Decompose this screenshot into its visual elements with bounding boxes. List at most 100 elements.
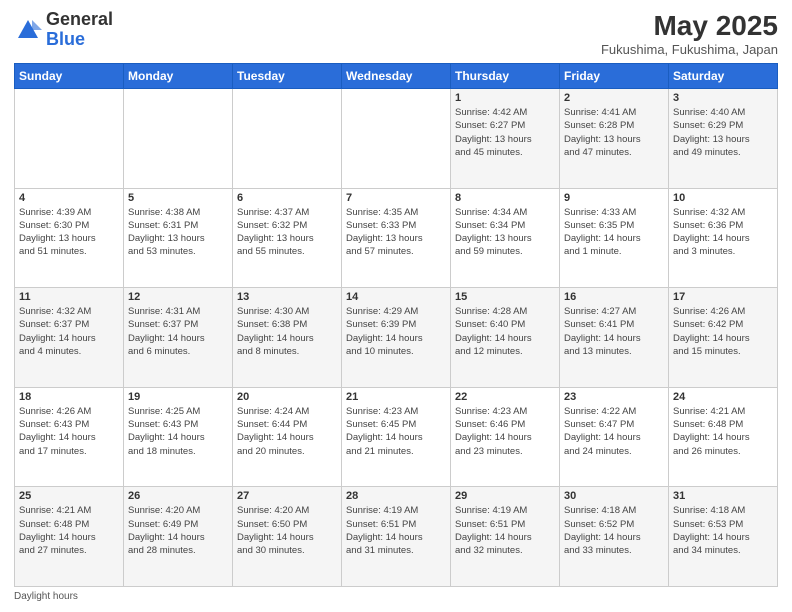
calendar-cell: 9Sunrise: 4:33 AM Sunset: 6:35 PM Daylig… <box>560 188 669 288</box>
calendar-cell: 7 Sunrise: 4:35 AM Sunset: 6:33 PM Daylig… <box>342 188 451 288</box>
calendar-cell <box>342 89 451 189</box>
calendar-cell <box>233 89 342 189</box>
day-info: Sunrise: 4:23 AM Sunset: 6:46 PM Dayligh… <box>455 405 555 458</box>
day-info: Sunrise: 4:27 AM Sunset: 6:41 PM Dayligh… <box>564 305 664 358</box>
header: General Blue May 2025 Fukushima, Fukushi… <box>14 10 778 57</box>
calendar-cell: 21 Sunrise: 4:23 AM Sunset: 6:45 PM Dayli… <box>342 387 451 487</box>
day-number: 29 <box>455 490 555 502</box>
day-info: Sunrise: 4:42 AM Sunset: 6:27 PM Dayligh… <box>455 106 555 159</box>
day-number: 21 <box>346 391 446 403</box>
day-info: Sunrise: 4:39 AM Sunset: 6:30 PM Dayligh… <box>19 206 119 259</box>
day-number: 13 <box>237 291 337 303</box>
title-block: May 2025 Fukushima, Fukushima, Japan <box>601 10 778 57</box>
day-number: 18 <box>19 391 119 403</box>
calendar-cell: 14Sunrise: 4:29 AM Sunset: 6:39 PM Dayli… <box>342 288 451 388</box>
calendar-cell: 4 Sunrise: 4:39 AM Sunset: 6:30 PM Daylig… <box>15 188 124 288</box>
day-number: 20 <box>237 391 337 403</box>
day-number: 27 <box>237 490 337 502</box>
day-info: Sunrise: 4:31 AM Sunset: 6:37 PM Dayligh… <box>128 305 228 358</box>
day-number: 26 <box>128 490 228 502</box>
calendar-cell: 30 Sunrise: 4:18 AM Sunset: 6:52 PM Dayli… <box>560 487 669 587</box>
day-info: Sunrise: 4:20 AM Sunset: 6:49 PM Dayligh… <box>128 504 228 557</box>
calendar-cell: 5Sunrise: 4:38 AM Sunset: 6:31 PM Daylig… <box>124 188 233 288</box>
day-info: Sunrise: 4:41 AM Sunset: 6:28 PM Dayligh… <box>564 106 664 159</box>
day-number: 14 <box>346 291 446 303</box>
col-header-saturday: Saturday <box>669 64 778 89</box>
logo: General Blue <box>14 10 113 50</box>
day-info: Sunrise: 4:33 AM Sunset: 6:35 PM Dayligh… <box>564 206 664 259</box>
page: General Blue May 2025 Fukushima, Fukushi… <box>0 0 792 612</box>
day-info: Sunrise: 4:21 AM Sunset: 6:48 PM Dayligh… <box>673 405 773 458</box>
day-number: 2 <box>564 92 664 104</box>
calendar-cell: 8 Sunrise: 4:34 AM Sunset: 6:34 PM Daylig… <box>451 188 560 288</box>
logo-blue: Blue <box>46 30 113 50</box>
day-info: Sunrise: 4:23 AM Sunset: 6:45 PM Dayligh… <box>346 405 446 458</box>
calendar-cell: 22 Sunrise: 4:23 AM Sunset: 6:46 PM Dayli… <box>451 387 560 487</box>
calendar-cell: 27 Sunrise: 4:20 AM Sunset: 6:50 PM Dayli… <box>233 487 342 587</box>
calendar-cell: 13Sunrise: 4:30 AM Sunset: 6:38 PM Dayli… <box>233 288 342 388</box>
day-number: 3 <box>673 92 773 104</box>
calendar-cell: 29Sunrise: 4:19 AM Sunset: 6:51 PM Dayli… <box>451 487 560 587</box>
day-number: 1 <box>455 92 555 104</box>
day-number: 6 <box>237 192 337 204</box>
calendar-cell: 23 Sunrise: 4:22 AM Sunset: 6:47 PM Dayli… <box>560 387 669 487</box>
day-number: 5 <box>128 192 228 204</box>
col-header-sunday: Sunday <box>15 64 124 89</box>
calendar-week-row: 11 Sunrise: 4:32 AM Sunset: 6:37 PM Dayli… <box>15 288 778 388</box>
day-info: Sunrise: 4:22 AM Sunset: 6:47 PM Dayligh… <box>564 405 664 458</box>
calendar-cell: 20 Sunrise: 4:24 AM Sunset: 6:44 PM Dayli… <box>233 387 342 487</box>
calendar-cell: 18 Sunrise: 4:26 AM Sunset: 6:43 PM Dayli… <box>15 387 124 487</box>
day-number: 22 <box>455 391 555 403</box>
month-title: May 2025 <box>601 10 778 42</box>
calendar-cell <box>15 89 124 189</box>
calendar-header-row: SundayMondayTuesdayWednesdayThursdayFrid… <box>15 64 778 89</box>
calendar-cell: 3 Sunrise: 4:40 AM Sunset: 6:29 PM Daylig… <box>669 89 778 189</box>
day-number: 31 <box>673 490 773 502</box>
day-number: 8 <box>455 192 555 204</box>
day-number: 24 <box>673 391 773 403</box>
calendar-cell: 2 Sunrise: 4:41 AM Sunset: 6:28 PM Daylig… <box>560 89 669 189</box>
footer: Daylight hours <box>14 591 778 602</box>
day-number: 25 <box>19 490 119 502</box>
day-info: Sunrise: 4:26 AM Sunset: 6:43 PM Dayligh… <box>19 405 119 458</box>
day-number: 4 <box>19 192 119 204</box>
day-info: Sunrise: 4:18 AM Sunset: 6:52 PM Dayligh… <box>564 504 664 557</box>
day-info: Sunrise: 4:18 AM Sunset: 6:53 PM Dayligh… <box>673 504 773 557</box>
calendar-week-row: 25Sunrise: 4:21 AM Sunset: 6:48 PM Dayli… <box>15 487 778 587</box>
day-info: Sunrise: 4:20 AM Sunset: 6:50 PM Dayligh… <box>237 504 337 557</box>
calendar-cell: 12 Sunrise: 4:31 AM Sunset: 6:37 PM Dayli… <box>124 288 233 388</box>
calendar-cell: 19 Sunrise: 4:25 AM Sunset: 6:43 PM Dayli… <box>124 387 233 487</box>
col-header-tuesday: Tuesday <box>233 64 342 89</box>
calendar-week-row: 1 Sunrise: 4:42 AM Sunset: 6:27 PM Daylig… <box>15 89 778 189</box>
day-number: 16 <box>564 291 664 303</box>
calendar-table: SundayMondayTuesdayWednesdayThursdayFrid… <box>14 63 778 587</box>
calendar-week-row: 4 Sunrise: 4:39 AM Sunset: 6:30 PM Daylig… <box>15 188 778 288</box>
day-info: Sunrise: 4:28 AM Sunset: 6:40 PM Dayligh… <box>455 305 555 358</box>
day-number: 30 <box>564 490 664 502</box>
day-info: Sunrise: 4:25 AM Sunset: 6:43 PM Dayligh… <box>128 405 228 458</box>
day-info: Sunrise: 4:35 AM Sunset: 6:33 PM Dayligh… <box>346 206 446 259</box>
location-subtitle: Fukushima, Fukushima, Japan <box>601 42 778 57</box>
day-number: 19 <box>128 391 228 403</box>
calendar-cell: 26 Sunrise: 4:20 AM Sunset: 6:49 PM Dayli… <box>124 487 233 587</box>
day-number: 11 <box>19 291 119 303</box>
day-number: 17 <box>673 291 773 303</box>
day-info: Sunrise: 4:24 AM Sunset: 6:44 PM Dayligh… <box>237 405 337 458</box>
logo-icon <box>14 16 42 44</box>
calendar-cell: 1 Sunrise: 4:42 AM Sunset: 6:27 PM Daylig… <box>451 89 560 189</box>
day-info: Sunrise: 4:34 AM Sunset: 6:34 PM Dayligh… <box>455 206 555 259</box>
calendar-cell: 10Sunrise: 4:32 AM Sunset: 6:36 PM Dayli… <box>669 188 778 288</box>
daylight-label: Daylight hours <box>14 591 78 602</box>
calendar-cell: 15 Sunrise: 4:28 AM Sunset: 6:40 PM Dayli… <box>451 288 560 388</box>
logo-text: General Blue <box>46 10 113 50</box>
day-number: 7 <box>346 192 446 204</box>
day-info: Sunrise: 4:26 AM Sunset: 6:42 PM Dayligh… <box>673 305 773 358</box>
day-info: Sunrise: 4:40 AM Sunset: 6:29 PM Dayligh… <box>673 106 773 159</box>
day-number: 23 <box>564 391 664 403</box>
calendar-cell: 11 Sunrise: 4:32 AM Sunset: 6:37 PM Dayli… <box>15 288 124 388</box>
day-number: 15 <box>455 291 555 303</box>
day-number: 12 <box>128 291 228 303</box>
day-info: Sunrise: 4:32 AM Sunset: 6:37 PM Dayligh… <box>19 305 119 358</box>
calendar-cell: 16 Sunrise: 4:27 AM Sunset: 6:41 PM Dayli… <box>560 288 669 388</box>
calendar-week-row: 18 Sunrise: 4:26 AM Sunset: 6:43 PM Dayli… <box>15 387 778 487</box>
